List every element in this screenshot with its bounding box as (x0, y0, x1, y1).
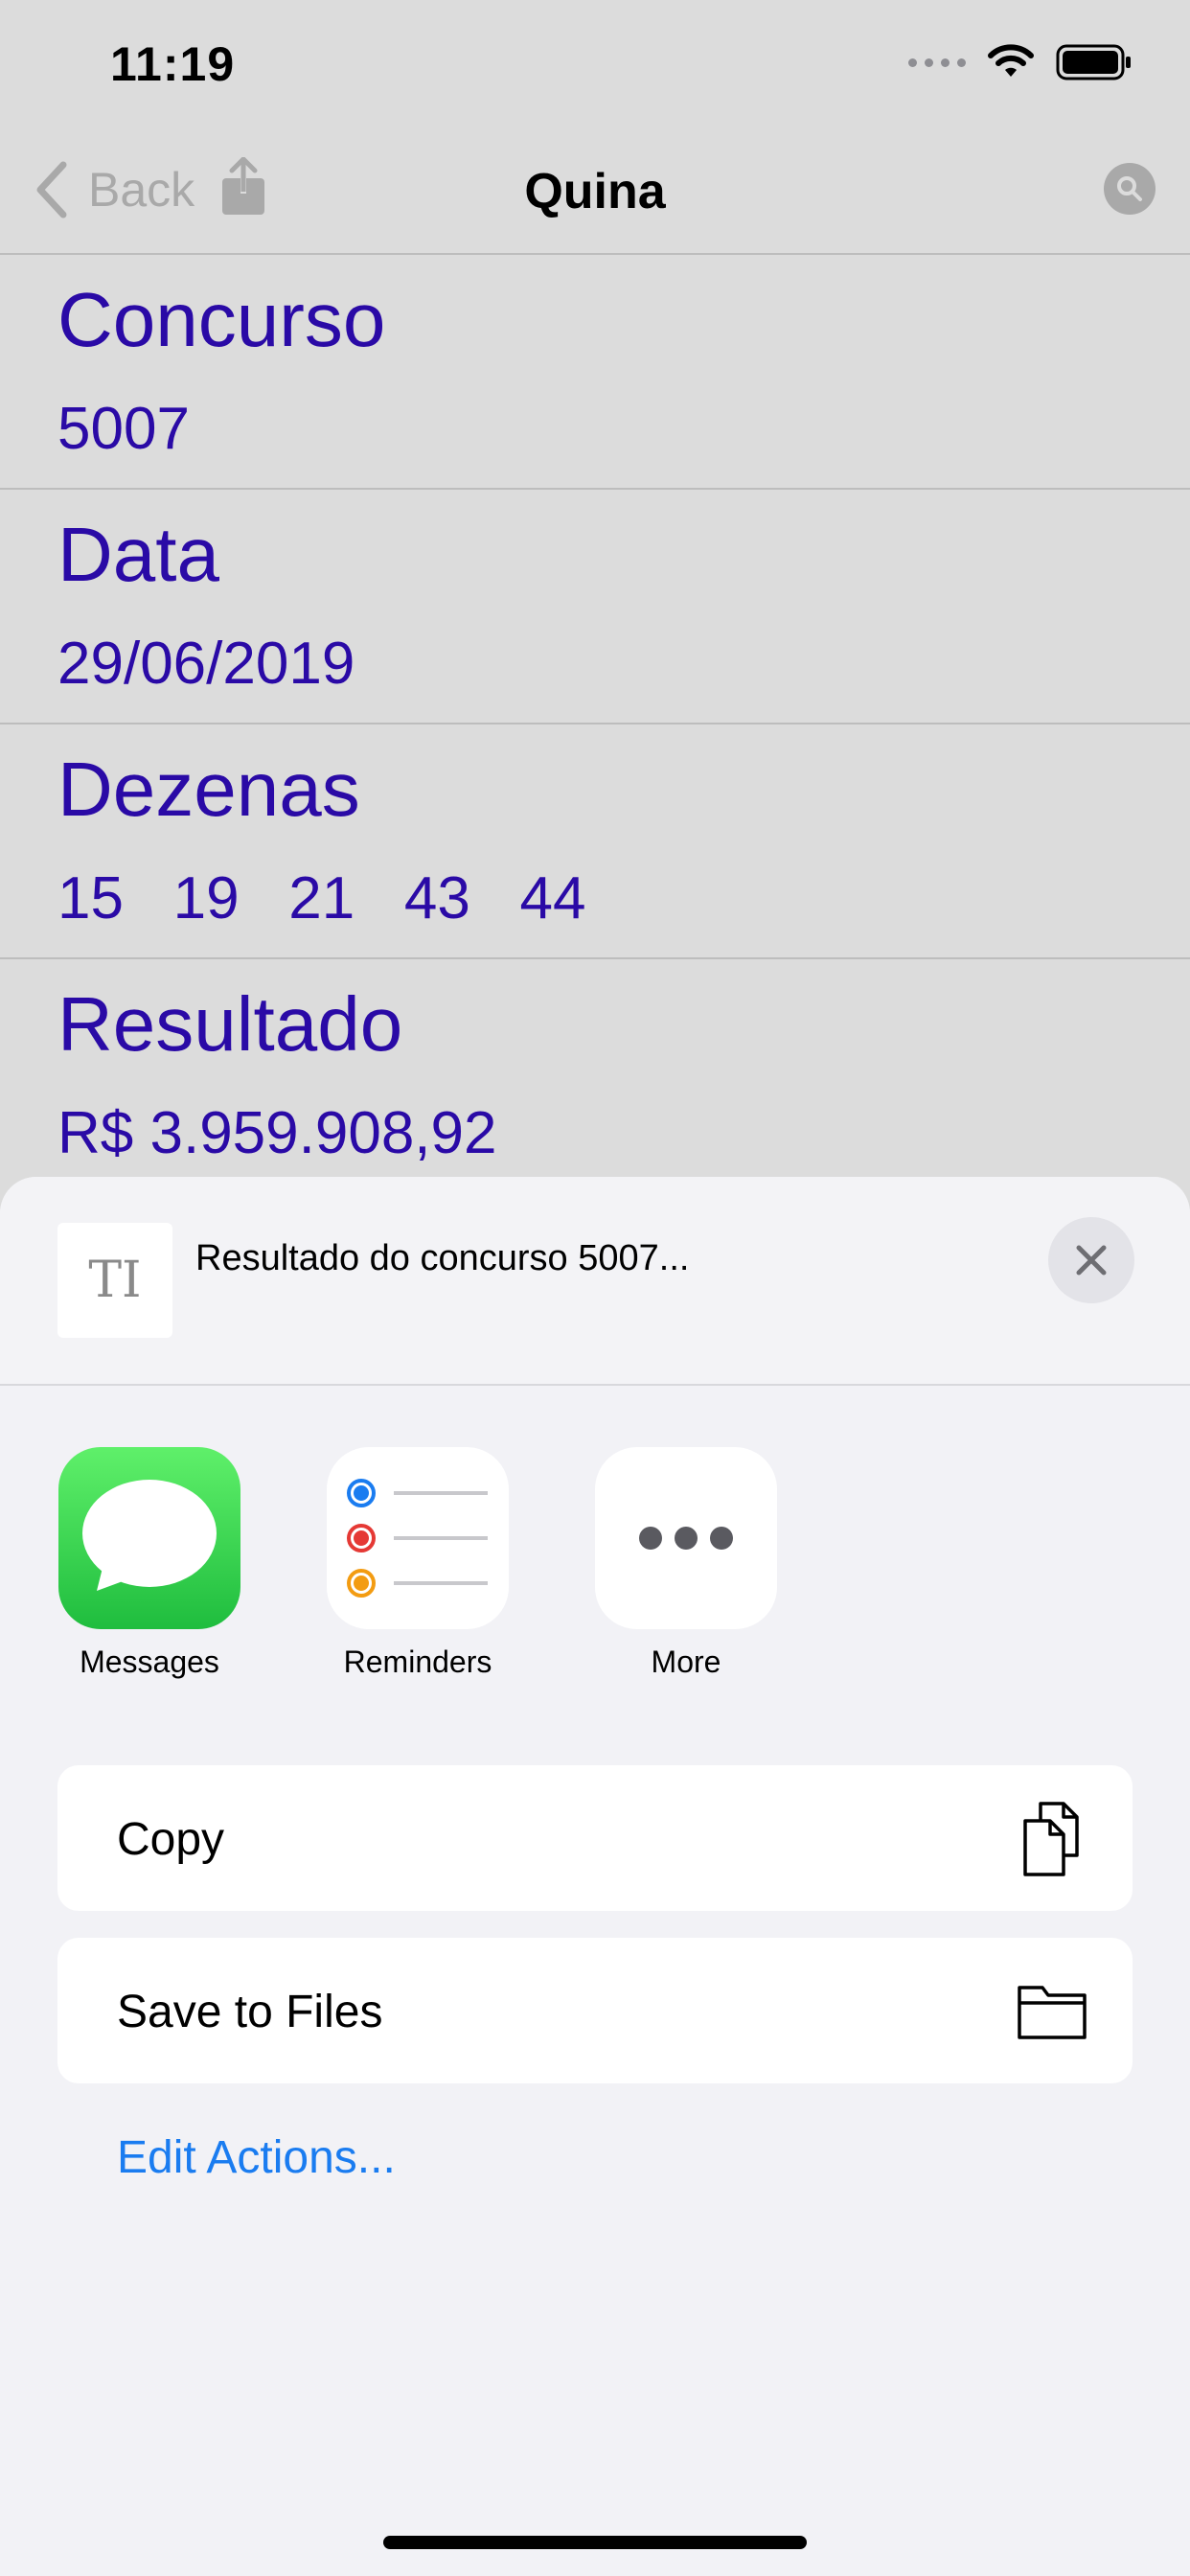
close-button[interactable] (1048, 1217, 1134, 1303)
home-indicator[interactable] (383, 2536, 807, 2549)
preview-text: Resultado do concurso 5007... (195, 1238, 690, 1278)
status-icons (908, 44, 1133, 80)
save-to-files-action[interactable]: Save to Files (57, 1938, 1133, 2083)
result-list: Concurso 5007 Data 29/06/2019 Dezenas 15… (0, 255, 1190, 1192)
app-label: Messages (80, 1644, 219, 1679)
close-icon (1076, 1245, 1107, 1276)
share-app-reminders[interactable]: Reminders (303, 1447, 533, 1680)
cell-title: Dezenas (57, 747, 360, 832)
search-button[interactable] (1104, 163, 1156, 215)
folder-icon (1018, 1986, 1087, 2039)
share-apps-row: Messages Reminders More (0, 1447, 1190, 1696)
status-time: 11:19 (110, 37, 236, 91)
navigation-bar: Back Quina (0, 134, 1190, 255)
list-item-data[interactable]: Data 29/06/2019 (0, 490, 1190, 724)
app-label: Reminders (343, 1644, 492, 1679)
share-app-more[interactable]: More (571, 1447, 801, 1680)
more-icon (595, 1447, 777, 1629)
share-app-messages[interactable]: Messages (34, 1447, 264, 1680)
cell-title: Resultado (57, 981, 403, 1067)
wifi-icon (988, 44, 1034, 77)
action-label: Save to Files (117, 1987, 383, 2037)
list-item-dezenas[interactable]: Dezenas 15 19 21 43 44 (0, 724, 1190, 959)
cell-value: 15 19 21 43 44 (57, 865, 586, 932)
signal-icon (908, 58, 966, 67)
copy-action[interactable]: Copy (57, 1765, 1133, 1911)
text-preview-thumbnail: TI (57, 1223, 172, 1338)
reminders-icon (327, 1447, 509, 1629)
share-sheet: TI Resultado do concurso 5007... Message… (0, 1177, 1190, 2576)
action-label: Copy (117, 1814, 225, 1865)
share-sheet-header: TI Resultado do concurso 5007... (0, 1177, 1190, 1386)
text-document-icon: TI (88, 1252, 142, 1309)
edit-actions-link[interactable]: Edit Actions... (117, 2131, 396, 2184)
list-item-concurso[interactable]: Concurso 5007 (0, 255, 1190, 490)
cell-title: Concurso (57, 277, 386, 362)
cell-value: 5007 (57, 396, 190, 462)
cell-value: R$ 3.959.908,92 (57, 1100, 497, 1166)
cell-title: Data (57, 512, 219, 597)
battery-icon (1056, 44, 1131, 80)
page-title: Quina (524, 164, 666, 219)
messages-icon (58, 1447, 240, 1629)
status-bar: 11:19 (0, 0, 1190, 134)
search-icon (1117, 176, 1142, 201)
cell-value: 29/06/2019 (57, 631, 355, 697)
copy-icon (1023, 1802, 1079, 1876)
list-item-resultado[interactable]: Resultado R$ 3.959.908,92 (0, 959, 1190, 1192)
app-label: More (651, 1644, 721, 1679)
